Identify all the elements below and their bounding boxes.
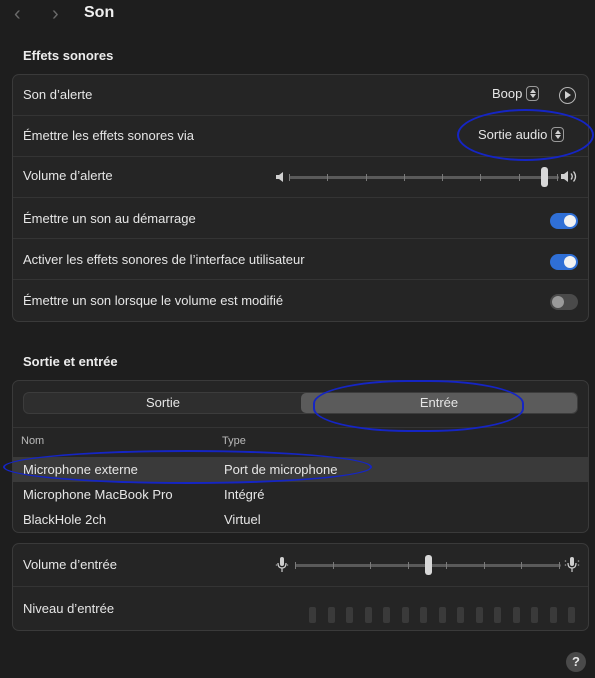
- slider-tick: [366, 174, 367, 181]
- level-bar: [402, 607, 409, 623]
- device-type: Virtuel: [224, 512, 261, 527]
- help-button[interactable]: ?: [566, 652, 586, 672]
- slider-tick: [289, 174, 290, 181]
- column-header-name[interactable]: Nom: [21, 435, 44, 447]
- column-header-type[interactable]: Type: [222, 435, 246, 447]
- startup-sound-toggle[interactable]: [550, 213, 578, 229]
- slider-thumb[interactable]: [541, 167, 548, 187]
- level-bar: [476, 607, 483, 623]
- up-down-chevron-icon: [551, 127, 565, 142]
- input-controls-panel: Volume d’entrée Niveau d’entrée: [12, 543, 589, 631]
- slider-tick: [404, 174, 405, 181]
- section-title-sound-effects: Effets sonores: [23, 48, 114, 63]
- chevron-left-icon: ‹: [14, 3, 21, 25]
- device-name: Microphone MacBook Pro: [23, 487, 173, 502]
- microphone-high-icon: [564, 557, 580, 572]
- slider-tick: [442, 174, 443, 181]
- ui-sound-effects-row: Activer les effets sonores de l’interfac…: [13, 239, 588, 280]
- tab-output[interactable]: Sortie: [25, 393, 301, 413]
- input-volume-slider[interactable]: [295, 555, 561, 575]
- slider-tick: [559, 562, 560, 569]
- slider-tick: [521, 562, 522, 569]
- play-icon[interactable]: [559, 87, 576, 104]
- back-button[interactable]: ‹: [14, 4, 21, 24]
- slider-tick: [408, 562, 409, 569]
- volume-change-sound-label: Émettre un son lorsque le volume est mod…: [23, 293, 284, 308]
- output-via-row: Émettre les effets sonores via Sortie au…: [13, 116, 588, 157]
- level-bar: [420, 607, 427, 623]
- level-bar: [531, 607, 538, 623]
- level-bar: [568, 607, 575, 623]
- device-name: BlackHole 2ch: [23, 512, 107, 527]
- slider-tick: [370, 562, 371, 569]
- alert-sound-popup[interactable]: Boop: [492, 86, 540, 101]
- output-via-value: Sortie audio: [478, 127, 548, 142]
- input-level-label: Niveau d’entrée: [23, 601, 115, 616]
- output-via-label: Émettre les effets sonores via: [23, 128, 195, 143]
- device-type: Port de microphone: [224, 462, 338, 477]
- device-type: Intégré: [224, 487, 265, 502]
- slider-tick: [484, 562, 485, 569]
- input-level-meter: [309, 587, 579, 630]
- output-input-panel: Sortie Entrée Nom Type Microphone extern…: [12, 380, 589, 533]
- speaker-high-icon: [561, 171, 577, 182]
- slider-thumb[interactable]: [425, 555, 432, 575]
- level-bar: [550, 607, 557, 623]
- slider-tick: [295, 562, 296, 569]
- level-bar: [328, 607, 335, 623]
- device-name: Microphone externe: [23, 462, 138, 477]
- ui-sound-effects-label: Activer les effets sonores de l’interfac…: [23, 252, 305, 267]
- level-bar: [383, 607, 390, 623]
- up-down-chevron-icon: [526, 86, 540, 101]
- table-row[interactable]: BlackHole 2ch Virtuel: [13, 507, 588, 532]
- sound-effects-panel: Son d’alerte Boop Émettre les effets son…: [12, 74, 589, 322]
- alert-sound-row: Son d’alerte Boop: [13, 75, 588, 116]
- slider-tick: [327, 174, 328, 181]
- level-bar: [494, 607, 501, 623]
- table-row[interactable]: Microphone MacBook Pro Intégré: [13, 482, 588, 507]
- level-bar: [346, 607, 353, 623]
- tab-input[interactable]: Entrée: [301, 393, 577, 413]
- output-via-popup[interactable]: Sortie audio: [478, 127, 565, 142]
- level-bar: [513, 607, 520, 623]
- section-title-output-input: Sortie et entrée: [23, 354, 118, 369]
- alert-sound-value: Boop: [492, 86, 523, 101]
- startup-sound-row: Émettre un son au démarrage: [13, 198, 588, 239]
- alert-volume-row: Volume d’alerte: [13, 157, 588, 198]
- output-input-segmented-control: Sortie Entrée: [23, 392, 578, 414]
- level-bar: [439, 607, 446, 623]
- volume-change-sound-row: Émettre un son lorsque le volume est mod…: [13, 280, 588, 320]
- ui-sound-effects-toggle[interactable]: [550, 254, 578, 270]
- chevron-right-icon: ›: [52, 3, 59, 25]
- alert-volume-slider[interactable]: [289, 167, 559, 187]
- speaker-low-icon: [276, 172, 283, 182]
- table-row[interactable]: Microphone externe Port de microphone: [13, 457, 588, 482]
- slider-tick: [446, 562, 447, 569]
- startup-sound-label: Émettre un son au démarrage: [23, 211, 196, 226]
- slider-tick: [519, 174, 520, 181]
- level-bar: [309, 607, 316, 623]
- forward-button[interactable]: ›: [52, 4, 59, 24]
- input-volume-row: Volume d’entrée: [13, 544, 588, 587]
- slider-tick: [333, 562, 334, 569]
- alert-sound-label: Son d’alerte: [23, 87, 93, 102]
- page-title: Son: [84, 4, 115, 21]
- slider-tick: [557, 174, 558, 181]
- input-volume-label: Volume d’entrée: [23, 557, 117, 572]
- divider: [13, 427, 588, 428]
- level-bar: [365, 607, 372, 623]
- volume-change-sound-toggle[interactable]: [550, 294, 578, 310]
- alert-volume-label: Volume d’alerte: [23, 168, 113, 183]
- microphone-low-icon: [275, 557, 289, 572]
- level-bar: [457, 607, 464, 623]
- slider-tick: [480, 174, 481, 181]
- input-level-row: Niveau d’entrée: [13, 587, 588, 630]
